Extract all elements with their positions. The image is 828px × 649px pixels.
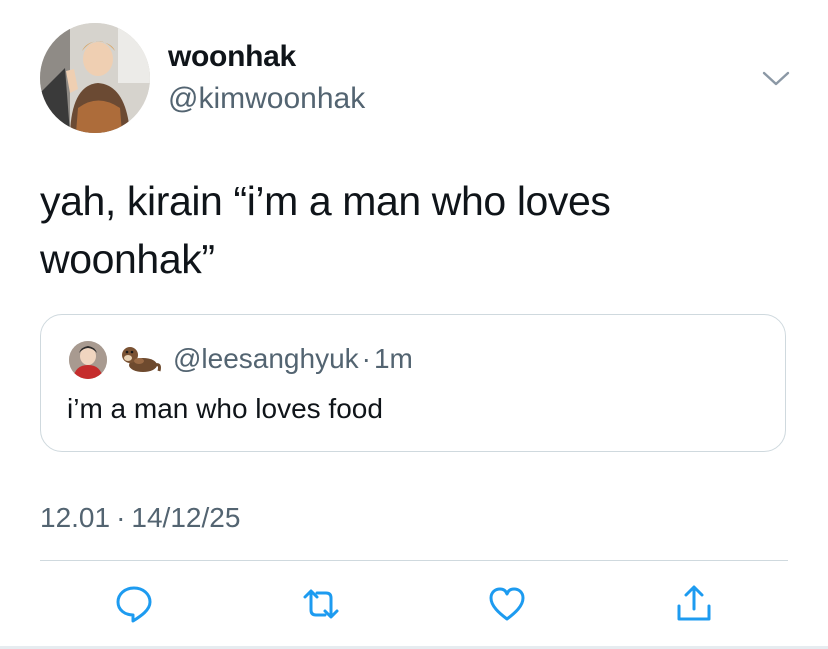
- quoted-author-handle[interactable]: @leesanghyuk: [173, 343, 359, 374]
- quoted-tweet-text: i’m a man who loves food: [67, 393, 383, 424]
- quoted-tweet-time: 1m: [373, 343, 413, 374]
- otter-emoji-icon: [119, 341, 161, 379]
- quoted-tweet-meta: @leesanghyuk · 1m: [173, 343, 413, 375]
- retweet-button[interactable]: [301, 584, 341, 624]
- timestamp-separator: ·: [116, 502, 126, 533]
- quoted-tweet-card[interactable]: @leesanghyuk · 1m i’m a man who loves food: [40, 314, 786, 452]
- tweet-text-line: woonhak”: [40, 236, 215, 282]
- author-display-name[interactable]: woonhak: [168, 40, 296, 74]
- share-button[interactable]: [674, 584, 714, 624]
- quoted-author-avatar-image: [69, 341, 107, 379]
- share-upload-icon: [677, 585, 711, 621]
- quoted-author-avatar[interactable]: [69, 341, 107, 379]
- timestamp-date: 14/12/25: [131, 502, 241, 533]
- author-avatar-image: [40, 23, 150, 133]
- heart-icon: [489, 587, 525, 621]
- meta-separator: ·: [361, 343, 371, 374]
- author-handle[interactable]: @kimwoonhak: [168, 82, 365, 116]
- speech-bubble-icon: [116, 586, 152, 623]
- author-avatar[interactable]: [40, 23, 150, 133]
- divider: [40, 560, 788, 561]
- tweet-timestamp[interactable]: 12.01 · 14/12/25: [40, 502, 240, 534]
- tweet-detail: woonhak @kimwoonhak yah, kirain “i’m a m…: [0, 0, 828, 649]
- like-button[interactable]: [487, 584, 527, 624]
- tweet-text: yah, kirain “i’m a man who loves woonhak…: [40, 172, 800, 288]
- tweet-text-line: yah, kirain “i’m a man who loves: [40, 178, 611, 224]
- chevron-down-icon[interactable]: [760, 62, 792, 94]
- reply-button[interactable]: [114, 584, 154, 624]
- retweet-arrows-icon: [303, 589, 339, 619]
- timestamp-time: 12.01: [40, 502, 111, 533]
